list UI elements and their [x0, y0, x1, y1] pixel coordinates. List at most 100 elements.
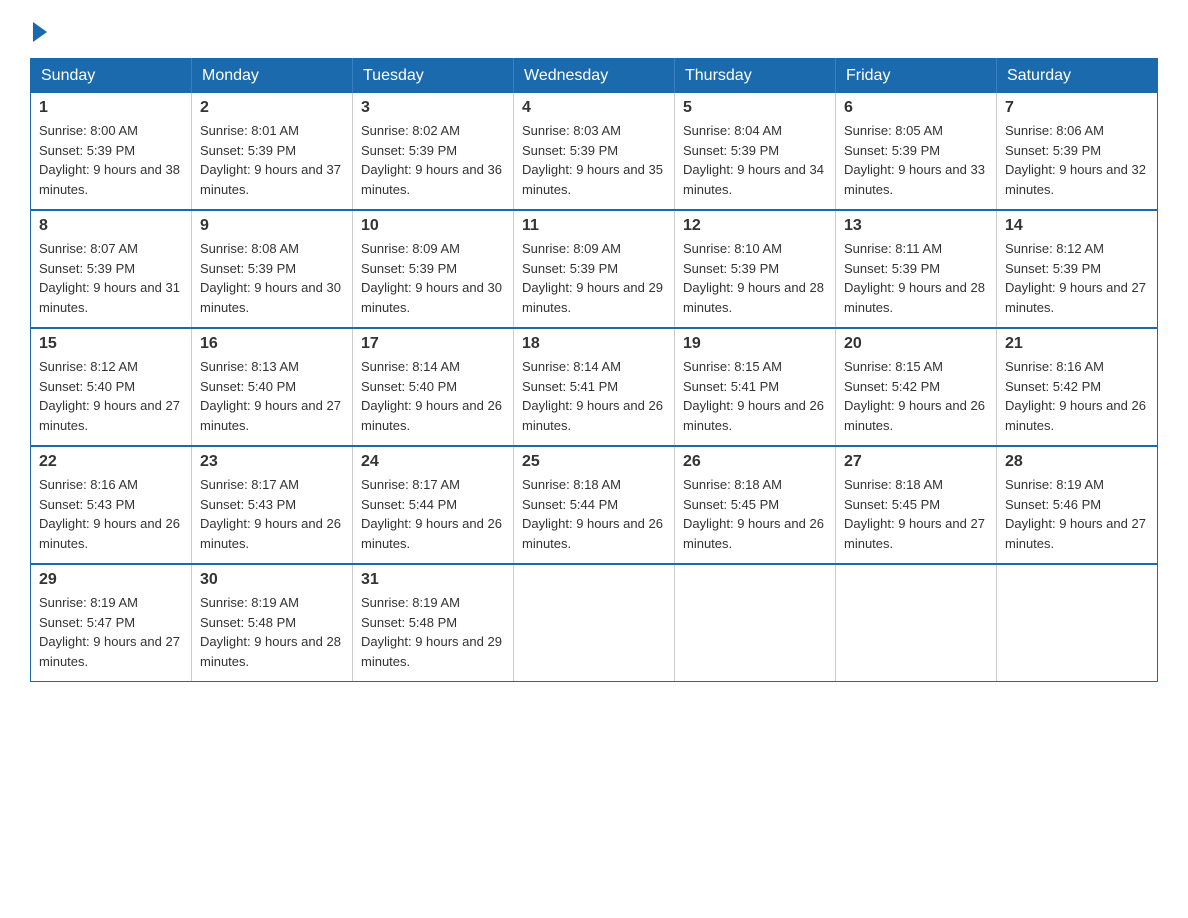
- day-info: Sunrise: 8:15 AMSunset: 5:42 PMDaylight:…: [844, 359, 985, 433]
- calendar-cell: 5 Sunrise: 8:04 AMSunset: 5:39 PMDayligh…: [675, 93, 836, 210]
- day-info: Sunrise: 8:14 AMSunset: 5:40 PMDaylight:…: [361, 359, 502, 433]
- calendar-cell: 3 Sunrise: 8:02 AMSunset: 5:39 PMDayligh…: [353, 93, 514, 210]
- calendar-cell: 23 Sunrise: 8:17 AMSunset: 5:43 PMDaylig…: [192, 446, 353, 564]
- day-number: 13: [844, 217, 988, 235]
- logo: [30, 20, 47, 38]
- day-info: Sunrise: 8:19 AMSunset: 5:47 PMDaylight:…: [39, 595, 180, 669]
- day-number: 24: [361, 453, 505, 471]
- day-info: Sunrise: 8:10 AMSunset: 5:39 PMDaylight:…: [683, 241, 824, 315]
- day-info: Sunrise: 8:18 AMSunset: 5:44 PMDaylight:…: [522, 477, 663, 551]
- calendar-cell: 28 Sunrise: 8:19 AMSunset: 5:46 PMDaylig…: [997, 446, 1158, 564]
- day-info: Sunrise: 8:06 AMSunset: 5:39 PMDaylight:…: [1005, 123, 1146, 197]
- day-number: 11: [522, 217, 666, 235]
- calendar-cell: [836, 564, 997, 682]
- day-info: Sunrise: 8:16 AMSunset: 5:42 PMDaylight:…: [1005, 359, 1146, 433]
- day-info: Sunrise: 8:18 AMSunset: 5:45 PMDaylight:…: [683, 477, 824, 551]
- calendar-header: SundayMondayTuesdayWednesdayThursdayFrid…: [31, 59, 1158, 94]
- calendar-week-row: 29 Sunrise: 8:19 AMSunset: 5:47 PMDaylig…: [31, 564, 1158, 682]
- calendar-cell: 31 Sunrise: 8:19 AMSunset: 5:48 PMDaylig…: [353, 564, 514, 682]
- day-number: 18: [522, 335, 666, 353]
- calendar-cell: 24 Sunrise: 8:17 AMSunset: 5:44 PMDaylig…: [353, 446, 514, 564]
- day-info: Sunrise: 8:18 AMSunset: 5:45 PMDaylight:…: [844, 477, 985, 551]
- day-number: 31: [361, 571, 505, 589]
- day-number: 9: [200, 217, 344, 235]
- calendar-cell: 27 Sunrise: 8:18 AMSunset: 5:45 PMDaylig…: [836, 446, 997, 564]
- calendar-cell: [997, 564, 1158, 682]
- calendar-week-row: 22 Sunrise: 8:16 AMSunset: 5:43 PMDaylig…: [31, 446, 1158, 564]
- day-number: 23: [200, 453, 344, 471]
- weekday-header-thursday: Thursday: [675, 59, 836, 94]
- day-number: 19: [683, 335, 827, 353]
- day-number: 14: [1005, 217, 1149, 235]
- weekday-header-saturday: Saturday: [997, 59, 1158, 94]
- day-number: 29: [39, 571, 183, 589]
- calendar-week-row: 15 Sunrise: 8:12 AMSunset: 5:40 PMDaylig…: [31, 328, 1158, 446]
- day-number: 27: [844, 453, 988, 471]
- calendar-cell: 20 Sunrise: 8:15 AMSunset: 5:42 PMDaylig…: [836, 328, 997, 446]
- day-info: Sunrise: 8:17 AMSunset: 5:43 PMDaylight:…: [200, 477, 341, 551]
- day-info: Sunrise: 8:17 AMSunset: 5:44 PMDaylight:…: [361, 477, 502, 551]
- day-info: Sunrise: 8:13 AMSunset: 5:40 PMDaylight:…: [200, 359, 341, 433]
- page-header: [30, 20, 1158, 38]
- calendar-cell: 4 Sunrise: 8:03 AMSunset: 5:39 PMDayligh…: [514, 93, 675, 210]
- day-info: Sunrise: 8:16 AMSunset: 5:43 PMDaylight:…: [39, 477, 180, 551]
- day-info: Sunrise: 8:00 AMSunset: 5:39 PMDaylight:…: [39, 123, 180, 197]
- logo-arrow-icon: [33, 22, 47, 42]
- day-info: Sunrise: 8:12 AMSunset: 5:40 PMDaylight:…: [39, 359, 180, 433]
- day-number: 15: [39, 335, 183, 353]
- calendar-cell: 29 Sunrise: 8:19 AMSunset: 5:47 PMDaylig…: [31, 564, 192, 682]
- day-info: Sunrise: 8:04 AMSunset: 5:39 PMDaylight:…: [683, 123, 824, 197]
- day-number: 1: [39, 99, 183, 117]
- day-number: 4: [522, 99, 666, 117]
- day-number: 28: [1005, 453, 1149, 471]
- calendar-cell: 6 Sunrise: 8:05 AMSunset: 5:39 PMDayligh…: [836, 93, 997, 210]
- calendar-week-row: 8 Sunrise: 8:07 AMSunset: 5:39 PMDayligh…: [31, 210, 1158, 328]
- calendar-cell: 12 Sunrise: 8:10 AMSunset: 5:39 PMDaylig…: [675, 210, 836, 328]
- calendar-cell: 30 Sunrise: 8:19 AMSunset: 5:48 PMDaylig…: [192, 564, 353, 682]
- day-number: 10: [361, 217, 505, 235]
- day-number: 2: [200, 99, 344, 117]
- calendar-cell: 8 Sunrise: 8:07 AMSunset: 5:39 PMDayligh…: [31, 210, 192, 328]
- weekday-header-monday: Monday: [192, 59, 353, 94]
- day-number: 26: [683, 453, 827, 471]
- calendar-cell: 26 Sunrise: 8:18 AMSunset: 5:45 PMDaylig…: [675, 446, 836, 564]
- day-number: 8: [39, 217, 183, 235]
- calendar-cell: 17 Sunrise: 8:14 AMSunset: 5:40 PMDaylig…: [353, 328, 514, 446]
- calendar-cell: 16 Sunrise: 8:13 AMSunset: 5:40 PMDaylig…: [192, 328, 353, 446]
- day-info: Sunrise: 8:15 AMSunset: 5:41 PMDaylight:…: [683, 359, 824, 433]
- day-number: 21: [1005, 335, 1149, 353]
- day-info: Sunrise: 8:19 AMSunset: 5:46 PMDaylight:…: [1005, 477, 1146, 551]
- calendar-cell: [675, 564, 836, 682]
- calendar-week-row: 1 Sunrise: 8:00 AMSunset: 5:39 PMDayligh…: [31, 93, 1158, 210]
- calendar-table: SundayMondayTuesdayWednesdayThursdayFrid…: [30, 58, 1158, 682]
- day-info: Sunrise: 8:07 AMSunset: 5:39 PMDaylight:…: [39, 241, 180, 315]
- day-info: Sunrise: 8:19 AMSunset: 5:48 PMDaylight:…: [200, 595, 341, 669]
- day-number: 22: [39, 453, 183, 471]
- day-number: 30: [200, 571, 344, 589]
- calendar-cell: 14 Sunrise: 8:12 AMSunset: 5:39 PMDaylig…: [997, 210, 1158, 328]
- day-number: 17: [361, 335, 505, 353]
- day-info: Sunrise: 8:09 AMSunset: 5:39 PMDaylight:…: [522, 241, 663, 315]
- calendar-cell: 2 Sunrise: 8:01 AMSunset: 5:39 PMDayligh…: [192, 93, 353, 210]
- calendar-cell: 25 Sunrise: 8:18 AMSunset: 5:44 PMDaylig…: [514, 446, 675, 564]
- day-info: Sunrise: 8:05 AMSunset: 5:39 PMDaylight:…: [844, 123, 985, 197]
- weekday-header-wednesday: Wednesday: [514, 59, 675, 94]
- calendar-cell: 13 Sunrise: 8:11 AMSunset: 5:39 PMDaylig…: [836, 210, 997, 328]
- day-number: 5: [683, 99, 827, 117]
- calendar-cell: 22 Sunrise: 8:16 AMSunset: 5:43 PMDaylig…: [31, 446, 192, 564]
- day-number: 16: [200, 335, 344, 353]
- calendar-body: 1 Sunrise: 8:00 AMSunset: 5:39 PMDayligh…: [31, 93, 1158, 682]
- weekday-header-row: SundayMondayTuesdayWednesdayThursdayFrid…: [31, 59, 1158, 94]
- day-info: Sunrise: 8:11 AMSunset: 5:39 PMDaylight:…: [844, 241, 985, 315]
- calendar-cell: 1 Sunrise: 8:00 AMSunset: 5:39 PMDayligh…: [31, 93, 192, 210]
- day-info: Sunrise: 8:14 AMSunset: 5:41 PMDaylight:…: [522, 359, 663, 433]
- day-number: 25: [522, 453, 666, 471]
- day-info: Sunrise: 8:08 AMSunset: 5:39 PMDaylight:…: [200, 241, 341, 315]
- day-info: Sunrise: 8:02 AMSunset: 5:39 PMDaylight:…: [361, 123, 502, 197]
- logo-general: [30, 20, 47, 42]
- day-info: Sunrise: 8:09 AMSunset: 5:39 PMDaylight:…: [361, 241, 502, 315]
- weekday-header-sunday: Sunday: [31, 59, 192, 94]
- day-info: Sunrise: 8:03 AMSunset: 5:39 PMDaylight:…: [522, 123, 663, 197]
- day-info: Sunrise: 8:01 AMSunset: 5:39 PMDaylight:…: [200, 123, 341, 197]
- calendar-cell: 7 Sunrise: 8:06 AMSunset: 5:39 PMDayligh…: [997, 93, 1158, 210]
